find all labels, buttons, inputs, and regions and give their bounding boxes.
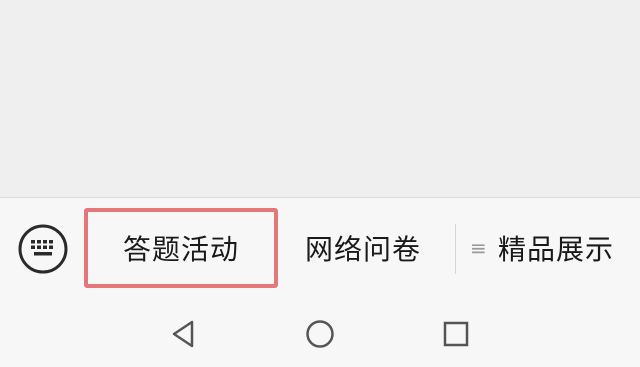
menu-item-label: 网络问卷 bbox=[304, 233, 421, 266]
home-button[interactable] bbox=[302, 316, 338, 352]
keyboard-toggle-button[interactable] bbox=[18, 224, 68, 274]
recent-apps-button[interactable] bbox=[438, 316, 474, 352]
menu-item-label: 精品展示 bbox=[498, 233, 615, 266]
home-circle-icon bbox=[306, 320, 334, 348]
menu-divider bbox=[455, 224, 456, 274]
back-button[interactable] bbox=[166, 316, 202, 352]
menu-item-label: 答题活动 bbox=[122, 233, 239, 266]
keyboard-icon bbox=[18, 224, 68, 274]
recent-square-icon bbox=[443, 321, 469, 347]
menu-item-featured-showcase[interactable]: ≡ 精品展示 bbox=[470, 208, 640, 288]
system-navigation-bar bbox=[0, 302, 640, 367]
menu-item-online-survey[interactable]: 网络问卷 bbox=[282, 208, 444, 288]
list-icon: ≡ bbox=[470, 236, 488, 260]
bottom-menu-bar: 答题活动 网络问卷 ≡ 精品展示 bbox=[0, 197, 640, 302]
back-triangle-icon bbox=[172, 320, 194, 348]
menu-item-quiz-activity[interactable]: 答题活动 bbox=[84, 208, 278, 288]
chat-content-area bbox=[0, 0, 640, 197]
